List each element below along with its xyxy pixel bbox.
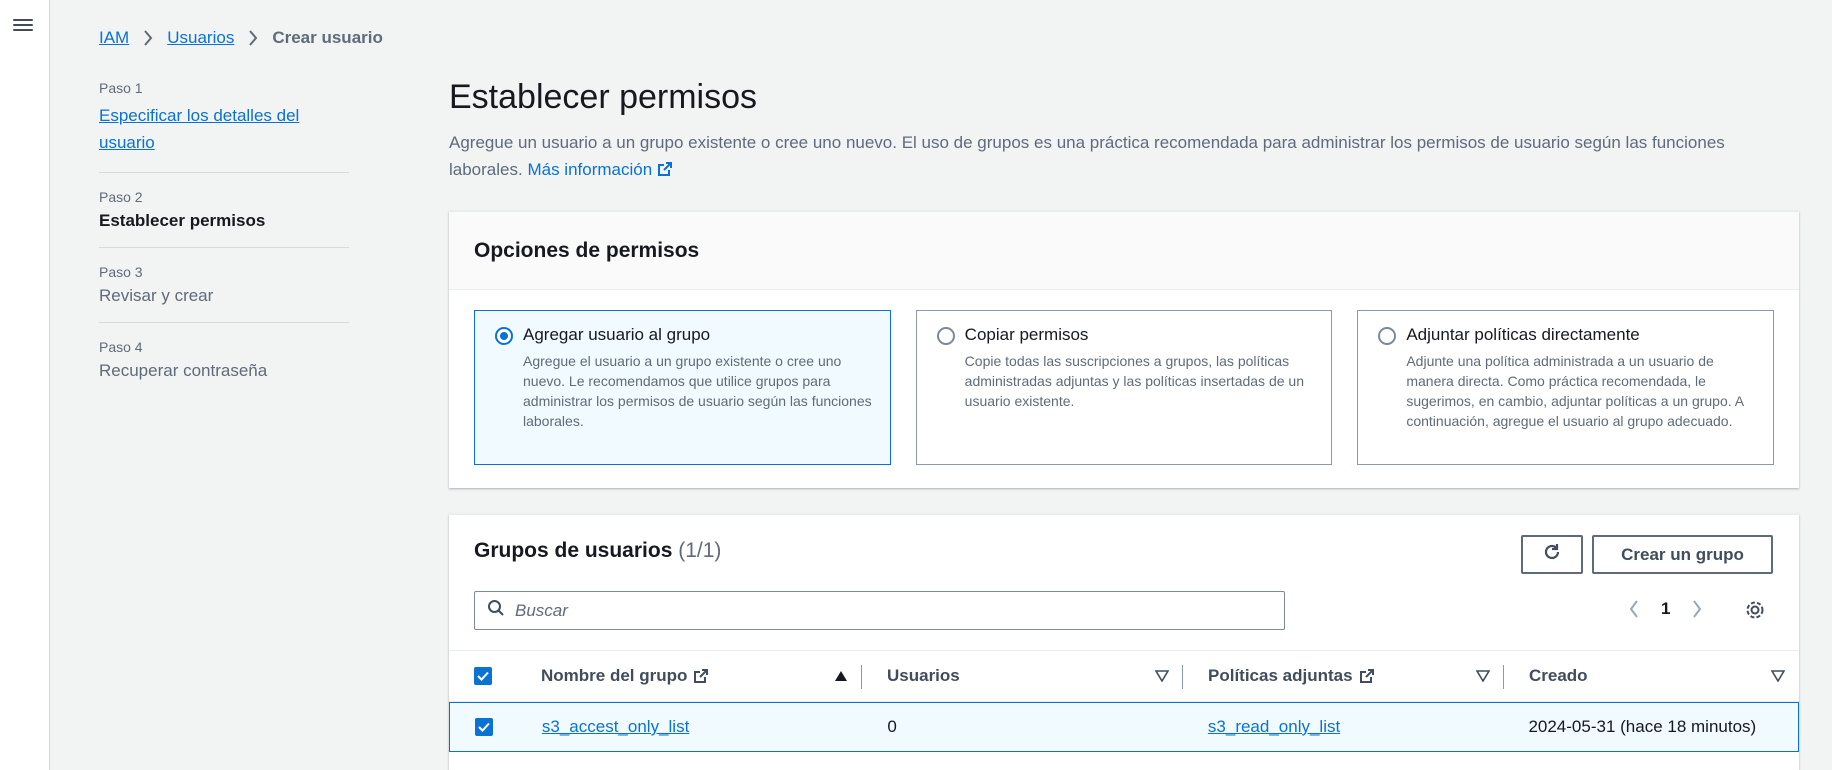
breadcrumb-iam[interactable]: IAM: [99, 28, 129, 48]
radio-button[interactable]: [1378, 327, 1397, 345]
search-icon: [487, 599, 505, 622]
external-link-icon: [657, 160, 673, 179]
option-copy-permissions[interactable]: Copiar permisos Copie todas las suscripc…: [915, 310, 1333, 465]
step-4: Paso 4 Recuperar contraseña: [99, 339, 349, 397]
step-1: Paso 1 Especificar los detalles del usua…: [99, 80, 349, 173]
sort-icon[interactable]: [1771, 670, 1785, 682]
radio-button[interactable]: [936, 327, 955, 345]
row-checkbox[interactable]: [475, 718, 493, 736]
gear-icon[interactable]: [1744, 599, 1766, 621]
select-all-checkbox[interactable]: [474, 667, 492, 685]
chevron-right-icon: [143, 30, 153, 46]
external-link-icon: [693, 668, 709, 684]
table-header: Nombre del grupo Usuarios Políticas adju…: [449, 650, 1799, 702]
breadcrumb: IAM Usuarios Crear usuario: [99, 28, 383, 48]
option-description: Adjunte una política administrada a un u…: [1406, 353, 1744, 429]
policies-cell: s3_read_only_list: [1183, 717, 1504, 737]
option-title: Adjuntar políticas directamente: [1406, 325, 1640, 344]
search-input[interactable]: [515, 600, 1275, 621]
refresh-icon: [1542, 542, 1562, 567]
search-box: [474, 591, 1285, 630]
pagination: 1: [1629, 599, 1702, 619]
chevron-right-icon: [248, 30, 258, 46]
page-title: Establecer permisos: [449, 78, 758, 116]
sort-ascending-icon[interactable]: [834, 670, 848, 682]
breadcrumb-current: Crear usuario: [272, 28, 383, 47]
option-attach-policies[interactable]: Adjuntar políticas directamente Adjunte …: [1357, 310, 1775, 465]
column-header-group-name[interactable]: Nombre del grupo: [541, 651, 862, 701]
option-description: Agregue el usuario a un grupo existente …: [523, 353, 872, 429]
step-1-link[interactable]: Especificar los detalles del usuario: [99, 102, 349, 156]
option-title: Copiar permisos: [964, 325, 1089, 344]
column-label: Usuarios: [887, 666, 960, 685]
column-header-users[interactable]: Usuarios: [862, 651, 1183, 701]
create-group-button[interactable]: Crear un grupo: [1592, 535, 1773, 574]
step-2-label: Establecer permisos: [99, 211, 266, 230]
option-title: Agregar usuario al grupo: [523, 325, 711, 344]
user-groups-heading: Grupos de usuarios: [474, 539, 673, 562]
step-3: Paso 3 Revisar y crear: [99, 264, 349, 323]
user-groups-count: (1/1): [678, 539, 722, 562]
refresh-button[interactable]: [1521, 535, 1583, 574]
current-page[interactable]: 1: [1661, 599, 1670, 619]
main-content: Establecer permisos Agregue un usuario a…: [449, 78, 1799, 183]
more-info-label: Más información: [527, 160, 653, 179]
option-add-to-group[interactable]: Agregar usuario al grupo Agregue el usua…: [474, 310, 891, 465]
created-cell: 2024-05-31 (hace 18 minutos): [1528, 717, 1757, 736]
breadcrumb-usuarios[interactable]: Usuarios: [167, 28, 234, 48]
wizard-steps: Paso 1 Especificar los detalles del usua…: [99, 80, 349, 413]
policy-link[interactable]: s3_read_only_list: [1208, 717, 1340, 736]
row-select-cell: [450, 718, 542, 736]
step-4-label: Recuperar contraseña: [99, 361, 268, 380]
option-description: Copie todas las suscripciones a grupos, …: [964, 353, 1304, 409]
permission-options-panel: Opciones de permisos Agregar usuario al …: [449, 211, 1799, 488]
page-description: Agregue un usuario a un grupo existente …: [449, 129, 1799, 183]
more-info-link[interactable]: Más información: [527, 160, 672, 179]
user-groups-title: Grupos de usuarios (1/1): [474, 539, 721, 563]
column-label: Políticas adjuntas: [1208, 666, 1353, 685]
column-header-policies[interactable]: Políticas adjuntas: [1183, 651, 1504, 701]
menu-icon[interactable]: [13, 16, 33, 34]
step-number: Paso 3: [99, 264, 143, 280]
step-number: Paso 4: [99, 339, 143, 355]
column-header-created[interactable]: Creado: [1504, 651, 1799, 701]
column-label: Nombre del grupo: [541, 666, 688, 685]
select-all-cell: [449, 667, 541, 685]
side-navigation-rail: [0, 0, 50, 770]
chevron-right-icon[interactable]: [1692, 600, 1702, 618]
group-name-cell: s3_accest_only_list: [542, 717, 862, 737]
group-name-link[interactable]: s3_accest_only_list: [542, 717, 689, 736]
chevron-left-icon[interactable]: [1629, 600, 1639, 618]
radio-button-selected[interactable]: [495, 327, 513, 345]
step-number: Paso 2: [99, 189, 143, 205]
column-label: Creado: [1529, 666, 1588, 685]
permission-options-title: Opciones de permisos: [449, 212, 1799, 290]
permission-options: Agregar usuario al grupo Agregue el usua…: [449, 290, 1799, 485]
step-2: Paso 2 Establecer permisos: [99, 189, 349, 248]
user-groups-panel: Grupos de usuarios (1/1) Crear un grupo …: [449, 514, 1799, 770]
table-row[interactable]: s3_accest_only_list 0 s3_read_only_list …: [449, 702, 1799, 752]
step-3-label: Revisar y crear: [99, 286, 214, 305]
sort-icon[interactable]: [1476, 670, 1490, 682]
users-cell: 0: [887, 717, 897, 736]
sort-icon[interactable]: [1155, 670, 1169, 682]
step-number: Paso 1: [99, 80, 143, 96]
external-link-icon: [1359, 668, 1375, 684]
user-groups-table: Nombre del grupo Usuarios Políticas adju…: [449, 650, 1799, 752]
